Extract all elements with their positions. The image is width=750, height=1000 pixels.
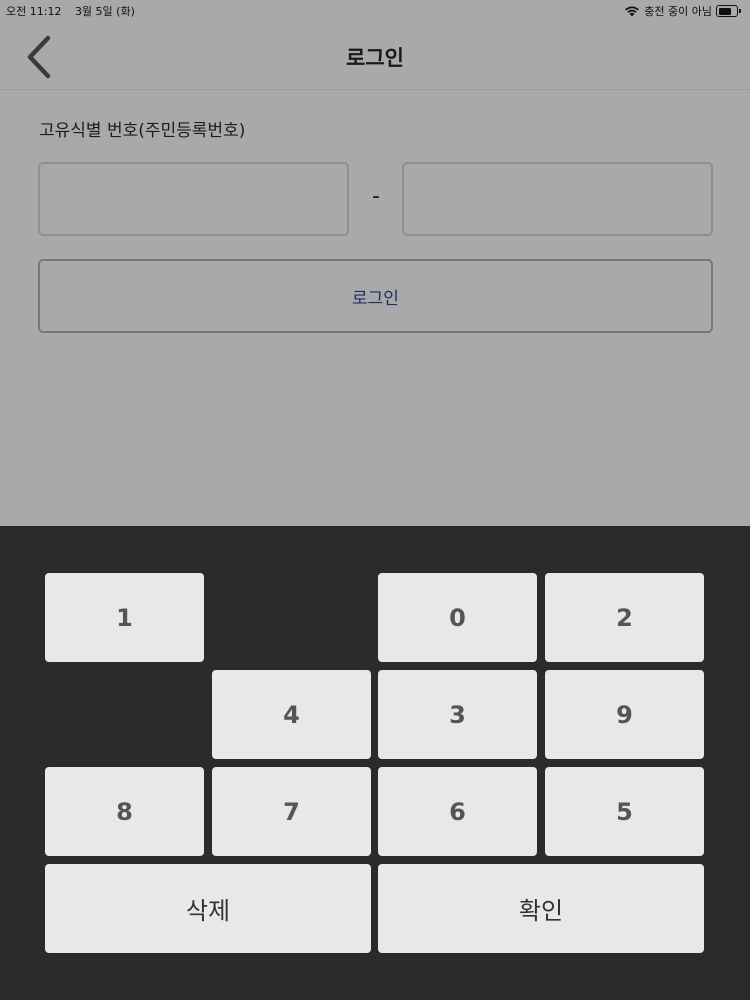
key-6[interactable]: 6 — [378, 767, 537, 856]
login-button[interactable]: 로그인 — [38, 259, 713, 333]
login-screen: 오전 11:12 3월 5일 (화) 충전 중이 아님 로그인 고유식별 번호(… — [0, 0, 750, 526]
confirm-button[interactable]: 확인 — [378, 864, 704, 953]
charging-status: 충전 중이 아님 — [644, 5, 712, 18]
status-right: 충전 중이 아님 — [624, 3, 742, 19]
wifi-icon — [625, 6, 640, 17]
key-2[interactable]: 2 — [545, 573, 704, 662]
secure-keypad: 1 0 2 4 3 9 8 7 6 5 삭제 확인 — [0, 526, 750, 1000]
key-9[interactable]: 9 — [545, 670, 704, 759]
status-date: 3월 5일 (화) — [74, 5, 135, 18]
key-1[interactable]: 1 — [45, 573, 204, 662]
id-separator: - — [372, 184, 380, 209]
battery-icon — [716, 5, 742, 17]
key-7[interactable]: 7 — [212, 767, 371, 856]
key-3[interactable]: 3 — [378, 670, 537, 759]
status-bar: 오전 11:12 3월 5일 (화) 충전 중이 아님 — [0, 0, 750, 22]
status-left: 오전 11:12 3월 5일 (화) — [6, 3, 145, 19]
navigation-bar: 로그인 — [0, 22, 750, 90]
key-4[interactable]: 4 — [212, 670, 371, 759]
page-title: 로그인 — [346, 46, 404, 70]
key-8[interactable]: 8 — [45, 767, 204, 856]
id-number-back-input[interactable] — [402, 162, 713, 236]
status-time: 오전 11:12 — [6, 5, 62, 18]
key-0[interactable]: 0 — [378, 573, 537, 662]
delete-button[interactable]: 삭제 — [45, 864, 371, 953]
id-number-front-input[interactable] — [38, 162, 349, 236]
key-5[interactable]: 5 — [545, 767, 704, 856]
id-number-label: 고유식별 번호(주민등록번호) — [39, 121, 246, 141]
